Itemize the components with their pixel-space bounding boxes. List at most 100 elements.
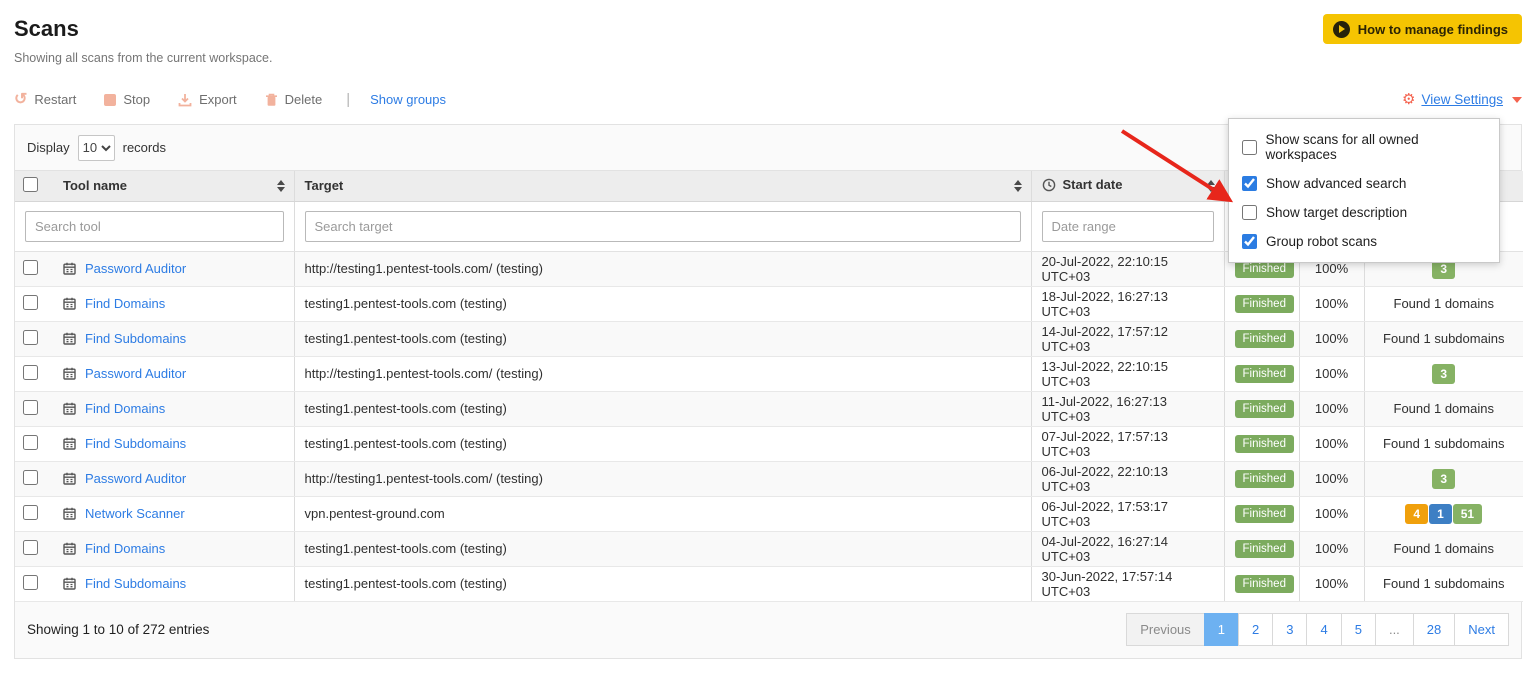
tool-name-link[interactable]: Find Domains <box>85 541 165 556</box>
pagination-next[interactable]: Next <box>1454 613 1509 646</box>
menu-item-label: Show advanced search <box>1266 176 1406 191</box>
table-row: Find Subdomains testing1.pentest-tools.co… <box>15 566 1523 601</box>
start-date-cell: 11-Jul-2022, 16:27:13 UTC+03 <box>1031 391 1224 426</box>
tool-name-link[interactable]: Password Auditor <box>85 471 186 486</box>
pagination-previous: Previous <box>1126 613 1205 646</box>
menu-item-checkbox[interactable] <box>1242 205 1257 220</box>
findings-cell: Found 1 subdomains <box>1364 426 1523 461</box>
column-header-target[interactable]: Target <box>294 171 1031 201</box>
table-row: Find Subdomains testing1.pentest-tools.co… <box>15 321 1523 356</box>
show-groups-link[interactable]: Show groups <box>370 92 446 107</box>
tool-name-link[interactable]: Find Subdomains <box>85 576 186 591</box>
entries-summary: Showing 1 to 10 of 272 entries <box>27 622 209 637</box>
view-settings-control[interactable]: ⚙ View Settings <box>1402 92 1522 107</box>
search-tool-input[interactable] <box>25 211 284 242</box>
select-all-checkbox[interactable] <box>23 177 38 192</box>
row-checkbox[interactable] <box>23 505 38 520</box>
records-label: records <box>123 140 166 155</box>
page-header: Scans Showing all scans from the current… <box>14 14 1522 65</box>
tool-name-link[interactable]: Find Domains <box>85 296 165 311</box>
scheduled-scan-icon <box>63 507 76 520</box>
chevron-down-icon <box>1512 97 1522 103</box>
column-header-start-date[interactable]: Start date <box>1031 171 1224 201</box>
findings-cell: 3 <box>1364 461 1523 496</box>
pagination-4[interactable]: 4 <box>1306 613 1341 646</box>
target-cell: vpn.pentest-ground.com <box>294 496 1031 531</box>
pagination-3[interactable]: 3 <box>1272 613 1307 646</box>
tool-name-link[interactable]: Password Auditor <box>85 366 186 381</box>
row-checkbox[interactable] <box>23 540 38 555</box>
menu-item-checkbox[interactable] <box>1242 140 1257 155</box>
restart-button[interactable]: ↺ Restart <box>14 92 76 107</box>
pagination-5[interactable]: 5 <box>1341 613 1376 646</box>
sort-icon[interactable] <box>1014 180 1022 192</box>
tool-name-link[interactable]: Find Domains <box>85 401 165 416</box>
export-button[interactable]: Export <box>178 92 237 107</box>
pagination-28[interactable]: 28 <box>1413 613 1455 646</box>
menu-item-checkbox[interactable] <box>1242 176 1257 191</box>
findings-count-badge[interactable]: 1 <box>1429 504 1452 524</box>
view-settings-menu-item[interactable]: Group robot scans <box>1229 227 1499 256</box>
view-settings-menu-item[interactable]: Show advanced search <box>1229 169 1499 198</box>
findings-cell: 3 <box>1364 356 1523 391</box>
table-row: Password Auditor http://testing1.pentest-… <box>15 461 1523 496</box>
row-checkbox[interactable] <box>23 260 38 275</box>
findings-count-badge[interactable]: 4 <box>1405 504 1428 524</box>
row-checkbox[interactable] <box>23 295 38 310</box>
how-to-manage-findings-button[interactable]: How to manage findings <box>1323 14 1522 44</box>
target-cell: testing1.pentest-tools.com (testing) <box>294 391 1031 426</box>
scheduled-scan-icon <box>63 367 76 380</box>
view-settings-menu-item[interactable]: Show scans for all owned workspaces <box>1229 125 1499 169</box>
status-badge: Finished <box>1235 330 1294 348</box>
scheduled-scan-icon <box>63 402 76 415</box>
menu-item-checkbox[interactable] <box>1242 234 1257 249</box>
row-checkbox[interactable] <box>23 575 38 590</box>
delete-label: Delete <box>285 92 323 107</box>
stop-button[interactable]: Stop <box>104 92 150 107</box>
scheduled-scan-icon <box>63 542 76 555</box>
target-cell: testing1.pentest-tools.com (testing) <box>294 566 1031 601</box>
target-cell: testing1.pentest-tools.com (testing) <box>294 531 1031 566</box>
pagination-2[interactable]: 2 <box>1238 613 1273 646</box>
view-settings-link[interactable]: View Settings <box>1421 92 1503 107</box>
row-checkbox[interactable] <box>23 330 38 345</box>
page-title: Scans <box>14 16 272 42</box>
tool-name-header-label: Tool name <box>63 178 127 193</box>
status-badge: Finished <box>1235 575 1294 593</box>
view-settings-menu-item[interactable]: Show target description <box>1229 198 1499 227</box>
table-row: Password Auditor http://testing1.pentest-… <box>15 356 1523 391</box>
findings-count-badge[interactable]: 51 <box>1453 504 1482 524</box>
target-cell: http://testing1.pentest-tools.com/ (test… <box>294 461 1031 496</box>
start-date-cell: 06-Jul-2022, 17:53:17 UTC+03 <box>1031 496 1224 531</box>
scans-toolbar: ↺ Restart Stop Export Delete | Show grou… <box>14 91 1522 108</box>
restart-icon: ↺ <box>14 93 27 107</box>
column-header-tool-name[interactable]: Tool name <box>53 171 294 201</box>
page-subtitle: Showing all scans from the current works… <box>14 51 272 65</box>
findings-count-badge[interactable]: 3 <box>1432 469 1455 489</box>
target-cell: http://testing1.pentest-tools.com/ (test… <box>294 356 1031 391</box>
tool-name-link[interactable]: Find Subdomains <box>85 436 186 451</box>
findings-count-badge[interactable]: 3 <box>1432 364 1455 384</box>
row-checkbox[interactable] <box>23 365 38 380</box>
date-range-input[interactable] <box>1042 211 1214 242</box>
tool-name-link[interactable]: Find Subdomains <box>85 331 186 346</box>
progress-cell: 100% <box>1299 356 1364 391</box>
pagination-1[interactable]: 1 <box>1204 613 1239 646</box>
search-target-input[interactable] <box>305 211 1021 242</box>
records-per-page-select[interactable]: 10 <box>78 135 115 161</box>
tool-name-link[interactable]: Network Scanner <box>85 506 185 521</box>
start-date-cell: 07-Jul-2022, 17:57:13 UTC+03 <box>1031 426 1224 461</box>
stop-label: Stop <box>123 92 150 107</box>
table-footer: Showing 1 to 10 of 272 entries Previous1… <box>15 602 1521 658</box>
delete-button[interactable]: Delete <box>265 92 323 107</box>
tool-name-link[interactable]: Password Auditor <box>85 261 186 276</box>
sort-icon[interactable] <box>1207 180 1215 192</box>
menu-item-label: Show target description <box>1266 205 1407 220</box>
row-checkbox[interactable] <box>23 470 38 485</box>
row-checkbox[interactable] <box>23 400 38 415</box>
start-date-cell: 30-Jun-2022, 17:57:14 UTC+03 <box>1031 566 1224 601</box>
play-icon <box>1333 21 1350 38</box>
row-checkbox[interactable] <box>23 435 38 450</box>
target-cell: testing1.pentest-tools.com (testing) <box>294 321 1031 356</box>
sort-icon[interactable] <box>277 180 285 192</box>
